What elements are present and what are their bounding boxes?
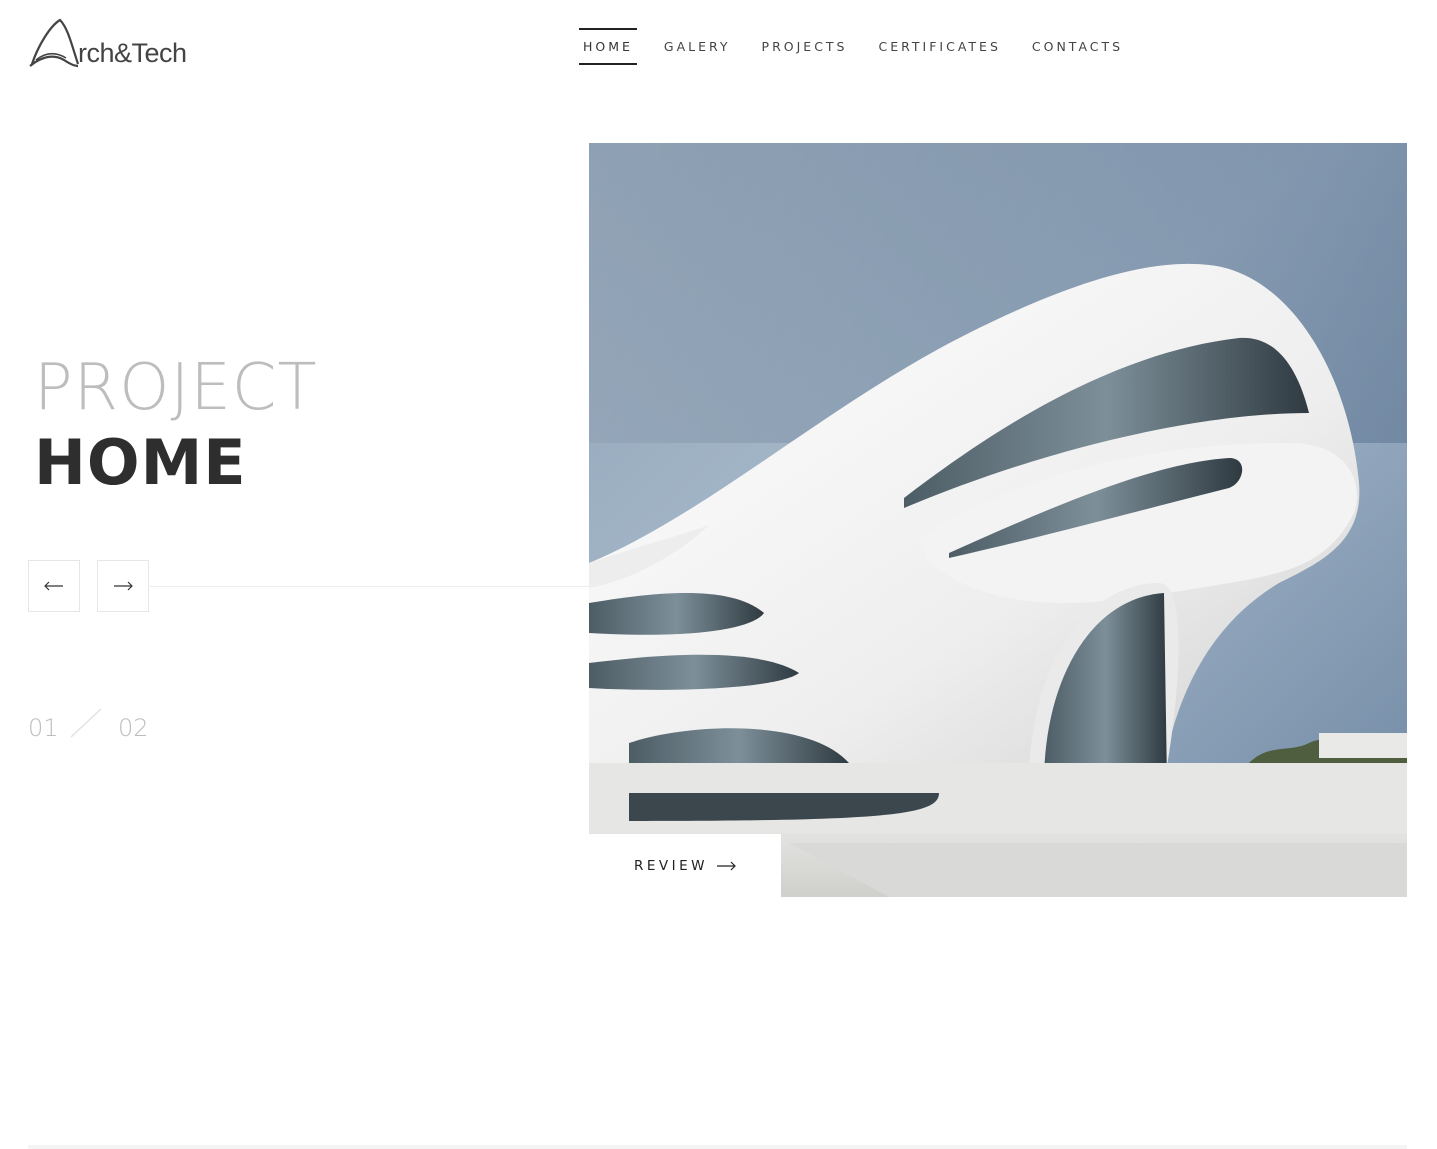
slider-prev-button[interactable] xyxy=(28,560,80,612)
counter-separator-icon xyxy=(70,708,102,738)
slider-divider-line xyxy=(150,586,590,587)
slider-next-button[interactable] xyxy=(97,560,149,612)
arrow-right-icon xyxy=(717,861,736,870)
building-image xyxy=(589,143,1407,897)
page: rch&Tech HOME GALERY PROJECTS CERTIFICAT… xyxy=(0,0,1437,1149)
review-label: REVIEW xyxy=(633,857,708,874)
nav-item-home[interactable]: HOME xyxy=(579,28,637,65)
hero-image xyxy=(589,143,1407,897)
hero-title-light: PROJECT xyxy=(34,351,318,425)
review-button[interactable]: REVIEW xyxy=(589,834,781,897)
arrow-left-icon xyxy=(44,581,63,591)
nav-item-galery[interactable]: GALERY xyxy=(660,28,735,65)
brand-logo[interactable]: rch&Tech xyxy=(28,16,198,70)
nav-item-projects[interactable]: PROJECTS xyxy=(758,28,852,65)
main-nav: HOME GALERY PROJECTS CERTIFICATES CONTAC… xyxy=(579,28,1150,65)
section-divider xyxy=(28,1145,1407,1149)
slide-counter-total: 02 xyxy=(118,714,149,742)
nav-item-certificates[interactable]: CERTIFICATES xyxy=(875,28,1005,65)
brand-name: rch&Tech xyxy=(78,38,187,68)
nav-item-contacts[interactable]: CONTACTS xyxy=(1028,28,1127,65)
slide-counter-current: 01 xyxy=(28,714,59,742)
arrow-right-icon xyxy=(114,581,133,591)
hero-title-bold: HOME xyxy=(34,426,247,499)
